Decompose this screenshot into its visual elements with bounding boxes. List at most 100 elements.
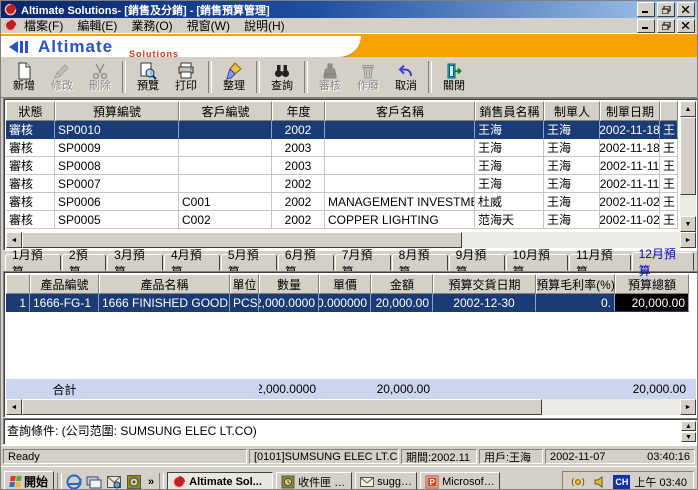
cell-delivery_date: 2002-12-30	[433, 294, 536, 312]
tab-month-6[interactable]: 6月預算	[278, 254, 334, 271]
menu-item-4[interactable]: 視窗(W)	[180, 19, 237, 33]
toolbar-button-printer[interactable]: 打印	[167, 60, 205, 95]
detail-grid-header: 產品編號產品名稱單位數量單價金額預算交貨日期預算毛利率(%)預算總額	[6, 274, 696, 294]
cell-customer_no: C001	[179, 193, 272, 211]
printer-icon	[177, 61, 195, 80]
scroll-down-icon[interactable]: ▼	[680, 216, 696, 232]
table-row[interactable]: 11666-FG-11666 FINISHED GOODSPCS2,000.00…	[6, 294, 696, 312]
table-row[interactable]: 審核SP0005C0022002COPPER LIGHTING范海天王海2002…	[6, 211, 680, 229]
scrollbar-thumb[interactable]	[22, 399, 542, 415]
tab-month-4[interactable]: 4月預算	[164, 254, 220, 271]
ime-language-badge[interactable]: CH	[613, 475, 630, 489]
table-row[interactable]: 審核SP00072002王海王海2002-11-11王	[6, 175, 680, 193]
show-desktop-icon[interactable]	[85, 473, 103, 490]
media-icon[interactable]	[125, 473, 143, 490]
vertical-scrollbar[interactable]: ▲▼	[680, 101, 696, 232]
cell-maker: 王海	[544, 211, 600, 229]
scroll-left-icon[interactable]: ◄	[6, 399, 22, 415]
start-button[interactable]: 開始	[4, 471, 54, 490]
trash-icon	[359, 61, 377, 80]
column-header-3: 單位	[230, 274, 259, 294]
status-user: 用戶:王海	[479, 449, 543, 464]
mdi-minimize-button[interactable]	[637, 19, 655, 33]
cell-salesman: 范海天	[475, 211, 544, 229]
document-icon[interactable]	[3, 19, 17, 33]
signal-icon[interactable]	[569, 473, 587, 490]
tab-month-10[interactable]: 10月預算	[506, 254, 568, 271]
window-controls	[637, 2, 695, 17]
tab-month-5[interactable]: 5月預算	[221, 254, 277, 271]
mdi-restore-button[interactable]	[657, 19, 675, 33]
column-header-1: 產品編號	[30, 274, 99, 294]
toolbar-button-label: 審核	[319, 80, 341, 93]
tab-month-8[interactable]: 8月預算	[392, 254, 448, 271]
toolbar-separator	[304, 61, 308, 93]
toolbar-button-binoculars[interactable]: 查詢	[263, 60, 301, 95]
scroll-up-icon[interactable]: ▲	[681, 421, 696, 431]
column-header-4: 數量	[259, 274, 319, 294]
mdi-window-controls	[637, 19, 695, 33]
cell-amount: 20,000.00	[371, 294, 433, 312]
taskbar-task-1[interactable]: Altimate Sol...	[167, 472, 273, 490]
column-header-2: 產品名稱	[99, 274, 230, 294]
status-period: 期間:2002.11	[401, 449, 477, 464]
cell-year: 2002	[272, 175, 325, 193]
table-row[interactable]: 審核SP00082003王海王海2002-11-11王	[6, 157, 680, 175]
tab-month-1[interactable]: 1月預算	[5, 254, 61, 271]
menu-item-3[interactable]: 業務(O)	[124, 19, 179, 33]
quick-launch-overflow[interactable]: »	[146, 476, 156, 488]
cell-date: 2002-11-18	[600, 139, 660, 157]
system-tray: CH 上午 03:40	[562, 471, 694, 490]
cell-customer_no	[179, 157, 272, 175]
table-row[interactable]: 審核SP00092003王海王海2002-11-18王	[6, 139, 680, 157]
tab-month-3[interactable]: 3月預算	[107, 254, 163, 271]
row-number-header	[6, 274, 30, 294]
query-scrollbar: ▲ ▼	[681, 421, 696, 442]
scroll-track[interactable]	[680, 195, 696, 216]
menu-item-5[interactable]: 說明(H)	[237, 19, 292, 33]
cell-salesman: 王海	[475, 121, 544, 139]
taskbar-task-3[interactable]: suggestions ...	[355, 472, 417, 490]
toolbar-button-label: 查詢	[271, 80, 293, 93]
cell-date: 2002-11-18	[600, 121, 660, 139]
scroll-down-icon[interactable]: ▼	[681, 432, 696, 442]
scrollbar-thumb[interactable]	[680, 117, 696, 195]
cell-customer_no	[179, 175, 272, 193]
toolbar-button-stamp: 審核	[311, 60, 349, 95]
toolbar-button-exit-door[interactable]: 關閉	[435, 60, 473, 95]
cell-maker: 王海	[544, 139, 600, 157]
taskbar-task-4[interactable]: PMicrosoft P...	[420, 472, 500, 490]
table-row[interactable]: 審核SP0006C0012002MANAGEMENT INVESTMENT & …	[6, 193, 680, 211]
scroll-right-icon[interactable]: ►	[680, 399, 696, 415]
menu-item-1[interactable]: 檔案(F)	[17, 19, 70, 33]
menu-item-2[interactable]: 編輯(E)	[70, 19, 124, 33]
tab-month-2[interactable]: 2預算	[62, 254, 106, 271]
toolbar-button-preview[interactable]: 預覽	[129, 60, 167, 95]
scroll-track[interactable]	[542, 399, 680, 415]
close-button[interactable]	[677, 2, 695, 17]
toolbar-button-new-document[interactable]: 新增	[5, 60, 43, 95]
volume-icon[interactable]	[591, 473, 609, 490]
tab-month-7[interactable]: 7月預算	[335, 254, 391, 271]
scroll-up-icon[interactable]: ▲	[680, 101, 696, 117]
ie-icon[interactable]	[65, 473, 83, 490]
table-row[interactable]: 審核SP00102002王海王海2002-11-18王	[6, 121, 680, 139]
restore-button[interactable]	[657, 2, 675, 17]
toolbar-button-label: 作廢	[357, 80, 379, 93]
tab-month-12[interactable]: 12月預算	[632, 252, 694, 271]
horizontal-scrollbar[interactable]: ◄►	[6, 399, 696, 415]
tab-month-9[interactable]: 9月預算	[449, 254, 505, 271]
toolbar-button-undo[interactable]: 取消	[387, 60, 425, 95]
toolbar-button-brush[interactable]: 整理	[215, 60, 253, 95]
tab-month-11[interactable]: 11月預算	[569, 254, 631, 271]
toolbar-button-label: 關閉	[443, 80, 465, 93]
minimize-button[interactable]	[637, 2, 655, 17]
column-header-1: 狀態	[6, 101, 55, 121]
column-header-5: 單價	[319, 274, 371, 294]
master-grid-inner: 狀態預算編號客戶編號年度客戶名稱銷售員名稱制單人制單日期審核SP00102002…	[6, 101, 680, 232]
taskbar-task-2[interactable]: 收件匣 - M...	[276, 472, 352, 490]
undo-icon	[397, 61, 415, 80]
mdi-close-button[interactable]	[677, 19, 695, 33]
cell-row_no: 1	[6, 294, 30, 312]
outlook-icon[interactable]	[105, 473, 123, 490]
